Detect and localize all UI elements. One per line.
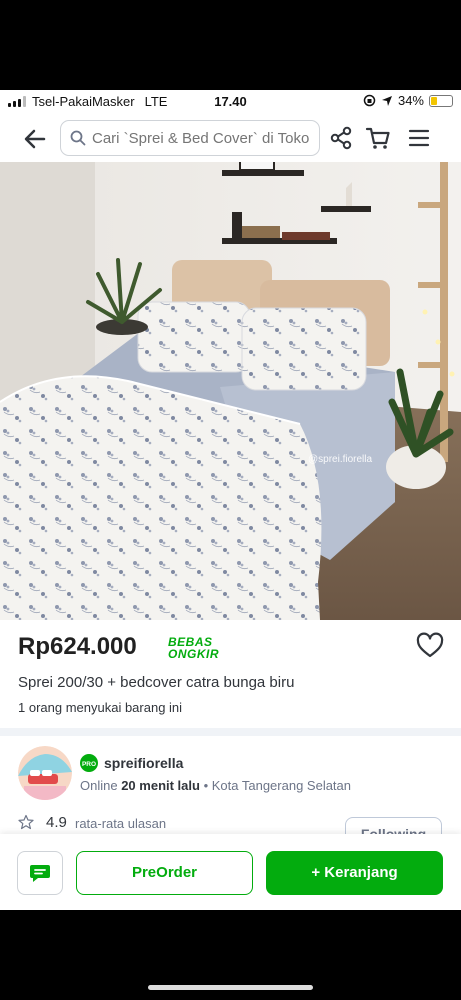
location-arrow-icon: [381, 95, 392, 106]
search-bar[interactable]: [60, 120, 320, 156]
shop-location: • Kota Tangerang Selatan: [203, 778, 352, 793]
bedroom-photo: [0, 162, 461, 620]
search-icon: [70, 130, 86, 146]
add-to-cart-button[interactable]: + Keranjang: [266, 851, 443, 895]
heart-icon[interactable]: [416, 632, 444, 660]
section-divider: [0, 728, 461, 736]
free-shipping-badge: BEBAS ONGKIR: [168, 636, 219, 660]
rating-label: rata-rata ulasan: [75, 816, 167, 831]
app-screen: Tsel-PakaiMasker LTE 17.40 34% Cari `Spr…: [0, 90, 461, 910]
star-icon: [18, 814, 34, 830]
lock-rotation-icon: [363, 94, 376, 107]
shop-online-status: Online 20 menit lalu • Kota Tangerang Se…: [80, 778, 351, 793]
chat-button[interactable]: [17, 851, 63, 895]
search-input[interactable]: [92, 129, 319, 147]
online-time: 20 menit lalu: [121, 778, 200, 793]
preorder-button[interactable]: PreOrder: [76, 851, 253, 895]
online-prefix: Online: [80, 778, 118, 793]
home-indicator[interactable]: [148, 985, 313, 990]
shop-logo: [18, 746, 72, 800]
bottom-action-bar: PreOrder + Keranjang: [0, 834, 461, 910]
image-watermark: @sprei.fiorella: [308, 454, 373, 465]
pro-merchant-badge-icon: PRO: [80, 754, 98, 772]
top-nav: [0, 116, 461, 162]
product-title: Sprei 200/30 + bedcover catra bunga biru: [18, 674, 295, 691]
battery-fill: [431, 96, 437, 105]
cart-icon[interactable]: [364, 124, 392, 152]
menu-icon[interactable]: [405, 124, 433, 152]
status-right: 34%: [363, 93, 453, 108]
shop-name[interactable]: spreifiorella: [104, 755, 183, 771]
shop-avatar[interactable]: [18, 746, 72, 800]
svg-text:PRO: PRO: [82, 761, 96, 768]
share-icon[interactable]: [327, 124, 355, 152]
free-shipping-line2: ONGKIR: [168, 647, 219, 661]
likes-count: 1 orang menyukai barang ini: [18, 700, 183, 715]
product-price: Rp624.000: [18, 633, 137, 660]
shop-rating: 4.9: [46, 814, 67, 831]
back-arrow-icon[interactable]: [20, 124, 50, 154]
chat-icon: [30, 865, 50, 882]
status-bar: Tsel-PakaiMasker LTE 17.40 34%: [0, 90, 461, 114]
battery-icon: [429, 94, 453, 107]
battery-percent: 34%: [397, 93, 424, 108]
product-image[interactable]: @sprei.fiorella: [0, 162, 461, 620]
